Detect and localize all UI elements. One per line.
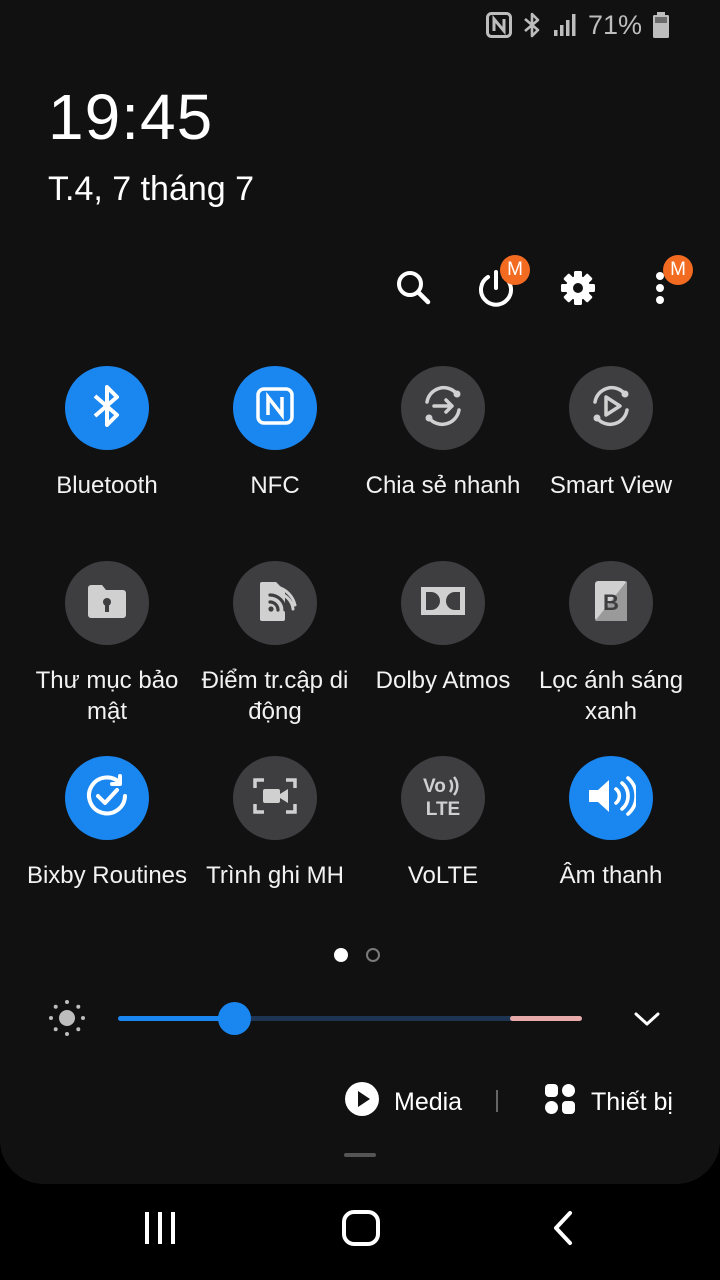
tile-label: Bluetooth: [56, 472, 158, 499]
signal-icon: [552, 12, 578, 38]
tile-circle[interactable]: Vo LTE: [401, 756, 485, 840]
tile-circle[interactable]: [65, 366, 149, 450]
tile-label: Smart View: [549, 472, 673, 499]
tile-circle[interactable]: [65, 756, 149, 840]
home-button[interactable]: [336, 1205, 386, 1255]
page-dot[interactable]: [366, 948, 380, 962]
tile-blue-light-filter[interactable]: B Lọc ánh sáng xanh: [527, 561, 695, 727]
tile-bixby-routines[interactable]: Bixby Routines: [23, 756, 191, 891]
bluetooth-icon: [90, 384, 124, 433]
tile-secure-folder[interactable]: Thư mục bảo mật: [23, 561, 191, 727]
tile-circle[interactable]: [401, 561, 485, 645]
divider: [496, 1090, 498, 1112]
tile-circle[interactable]: [233, 366, 317, 450]
tile-label: Chia sẻ nhanh: [365, 472, 521, 499]
blue-light-filter-icon: B: [591, 579, 631, 628]
date[interactable]: T.4, 7 tháng 7: [48, 170, 254, 209]
clock[interactable]: 19:45: [48, 80, 213, 154]
brightness-slider[interactable]: [118, 1002, 582, 1035]
tile-label: VoLTE: [407, 862, 479, 889]
tile-label: Âm thanh: [559, 862, 663, 889]
tile-bluetooth[interactable]: Bluetooth: [23, 366, 191, 501]
status-bar: 71%: [485, 8, 670, 42]
tile-label: Điểm tr.cập di động: [201, 667, 349, 725]
tile-quick-share[interactable]: Chia sẻ nhanh: [359, 366, 527, 501]
play-icon: [344, 1081, 380, 1124]
tile-mobile-hotspot[interactable]: Điểm tr.cập di động: [191, 561, 359, 727]
tile-screen-recorder[interactable]: Trình ghi MH: [191, 756, 359, 891]
tile-label: NFC: [250, 472, 300, 499]
tile-label: Thư mục bảo mật: [35, 667, 179, 725]
dolby-icon: [420, 585, 466, 622]
devices-icon: [543, 1082, 577, 1123]
back-icon: [548, 1210, 578, 1251]
bixby-routines-icon: [84, 773, 130, 824]
svg-text:LTE: LTE: [426, 799, 460, 820]
media-button[interactable]: Media: [344, 1081, 463, 1124]
devices-button[interactable]: Thiết bị: [543, 1082, 673, 1122]
tile-label: Trình ghi MH: [206, 862, 344, 889]
smart-view-icon: [587, 382, 635, 435]
tile-label: Dolby Atmos: [375, 667, 511, 694]
home-icon: [341, 1208, 381, 1253]
screen-recorder-icon: [252, 776, 298, 821]
tile-label: Lọc ánh sáng xanh: [538, 667, 684, 725]
battery-icon: [652, 11, 670, 39]
expand-button[interactable]: [632, 1004, 662, 1034]
devices-label: Thiết bị: [591, 1087, 673, 1116]
quick-share-icon: [419, 382, 467, 435]
tile-dolby-atmos[interactable]: Dolby Atmos: [359, 561, 527, 696]
tile-sound[interactable]: Âm thanh: [527, 756, 695, 891]
nfc-icon: [255, 386, 295, 431]
recents-icon: [142, 1210, 178, 1251]
back-button[interactable]: [538, 1205, 588, 1255]
settings-button[interactable]: [550, 262, 606, 318]
tile-nfc[interactable]: NFC: [191, 366, 359, 501]
volte-icon: Vo LTE: [419, 772, 467, 825]
drag-handle[interactable]: [344, 1153, 376, 1157]
search-icon: [394, 268, 434, 313]
bluetooth-icon: [522, 11, 542, 39]
tile-circle[interactable]: [233, 561, 317, 645]
tile-circle[interactable]: [569, 366, 653, 450]
tile-circle[interactable]: [65, 561, 149, 645]
brightness-icon: [47, 998, 87, 1038]
quick-panel: 71% 19:45 T.4, 7 tháng 7 M M Bluetooth N…: [0, 0, 720, 1184]
brightness-thumb[interactable]: [218, 1002, 251, 1035]
tile-circle[interactable]: B: [569, 561, 653, 645]
tile-smart-view[interactable]: Smart View: [527, 366, 695, 501]
brightness-fill: [118, 1016, 234, 1021]
battery-percent: 71%: [587, 9, 642, 40]
media-label: Media: [394, 1087, 463, 1116]
nfc-icon: [485, 12, 512, 38]
sound-icon: [586, 775, 638, 821]
more-badge: M: [663, 255, 693, 285]
page-dot-active[interactable]: [334, 948, 348, 962]
chevron-down-icon: [632, 1012, 662, 1038]
brightness-warm-segment: [510, 1016, 582, 1021]
power-badge: M: [500, 255, 530, 285]
gear-icon: [558, 268, 598, 313]
search-button[interactable]: [386, 262, 442, 318]
svg-text:B: B: [603, 590, 619, 615]
tile-label: Bixby Routines: [26, 862, 188, 889]
recents-button[interactable]: [135, 1205, 185, 1255]
tile-circle[interactable]: [233, 756, 317, 840]
page-indicator: [334, 948, 380, 962]
mobile-hotspot-icon: [253, 579, 297, 628]
svg-text:Vo: Vo: [423, 776, 446, 797]
secure-folder-icon: [85, 581, 129, 626]
tile-circle[interactable]: [569, 756, 653, 840]
tile-volte[interactable]: Vo LTE VoLTE: [359, 756, 527, 891]
tile-circle[interactable]: [401, 366, 485, 450]
